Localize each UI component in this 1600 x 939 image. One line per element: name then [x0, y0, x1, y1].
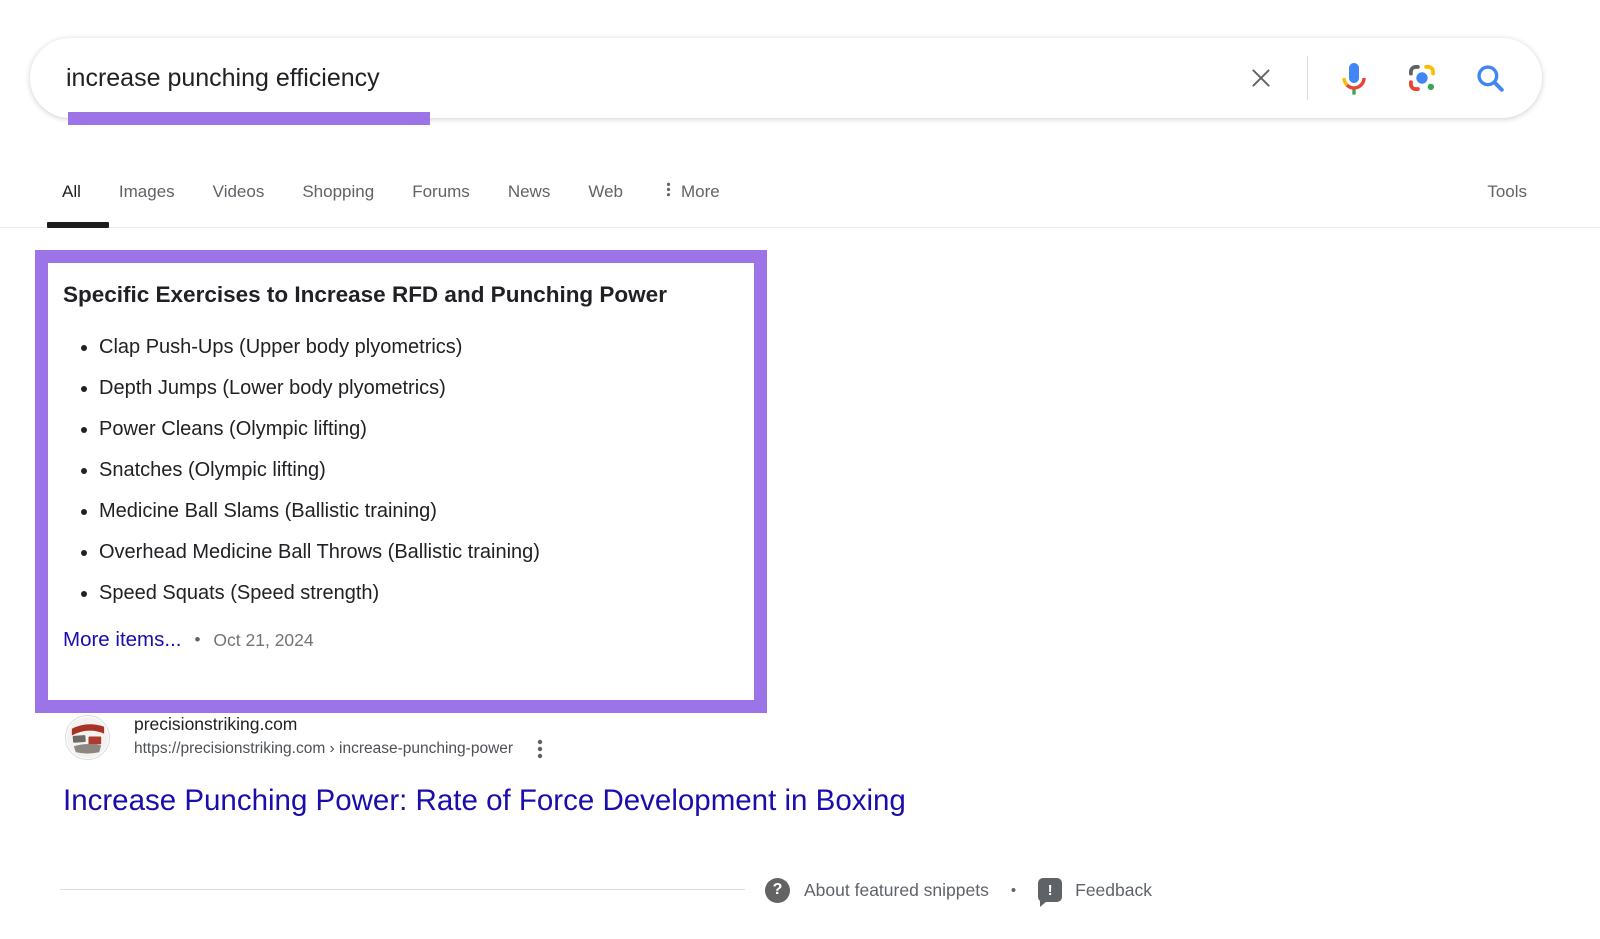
featured-snippet-content: Specific Exercises to Increase RFD and P…: [48, 263, 754, 652]
snippet-more-row: More items... • Oct 21, 2024: [63, 628, 739, 652]
site-url[interactable]: https://precisionstriking.com › increase…: [134, 739, 513, 759]
tab-forums[interactable]: Forums: [412, 182, 470, 202]
tab-videos[interactable]: Videos: [213, 182, 265, 202]
search-bar[interactable]: [30, 38, 1542, 118]
more-items-link[interactable]: More items...: [63, 628, 181, 652]
featured-snippet-box: Specific Exercises to Increase RFD and P…: [35, 250, 767, 713]
search-bar-icons: [1215, 56, 1512, 100]
search-bar-divider: [1307, 56, 1308, 100]
site-favicon[interactable]: [65, 715, 110, 760]
feedback-icon-glyph: !: [1048, 882, 1053, 899]
footer-divider-line: [60, 889, 745, 890]
google-lens-icon[interactable]: [1400, 56, 1444, 100]
site-url-row: https://precisionstriking.com › increase…: [134, 738, 549, 760]
query-highlight-underline: [68, 112, 430, 125]
footer-separator: •: [1011, 882, 1016, 899]
tab-more[interactable]: More: [661, 181, 720, 203]
tools-button[interactable]: Tools: [1487, 176, 1527, 208]
snippet-date-separator: •: [194, 630, 200, 650]
result-source-row: precisionstriking.com https://precisions…: [65, 714, 549, 760]
help-icon[interactable]: ?: [765, 878, 790, 903]
snippet-list-item: Power Cleans (Olympic lifting): [99, 417, 739, 442]
more-dots-icon: [661, 181, 676, 203]
results-tabs: All Images Videos Shopping Forums News W…: [62, 176, 720, 208]
tab-web[interactable]: Web: [588, 182, 623, 202]
about-featured-snippets-link[interactable]: About featured snippets: [804, 880, 989, 901]
tab-all[interactable]: All: [62, 182, 81, 202]
result-title-link[interactable]: Increase Punching Power: Rate of Force D…: [63, 784, 906, 818]
feedback-icon[interactable]: !: [1038, 878, 1062, 902]
site-name[interactable]: precisionstriking.com: [134, 714, 549, 735]
snippet-list-item: Overhead Medicine Ball Throws (Ballistic…: [99, 540, 739, 565]
feedback-icon-tail: [1040, 901, 1047, 907]
voice-search-icon[interactable]: [1332, 56, 1376, 100]
snippet-list-item: Depth Jumps (Lower body plyometrics): [99, 376, 739, 401]
snippet-heading: Specific Exercises to Increase RFD and P…: [63, 281, 739, 309]
search-submit-icon[interactable]: [1468, 56, 1512, 100]
clear-search-icon[interactable]: [1239, 56, 1283, 100]
tab-images[interactable]: Images: [119, 182, 175, 202]
active-tab-underline: [47, 222, 109, 228]
snippet-footer-row: ? About featured snippets • ! Feedback: [765, 876, 1152, 904]
snippet-list-item: Medicine Ball Slams (Ballistic training): [99, 499, 739, 524]
snippet-list-item: Clap Push-Ups (Upper body plyometrics): [99, 335, 739, 360]
feedback-link[interactable]: Feedback: [1075, 880, 1152, 901]
search-input[interactable]: [66, 64, 1215, 93]
tab-news[interactable]: News: [508, 182, 551, 202]
snippet-list-item: Snatches (Olympic lifting): [99, 458, 739, 483]
tabs-divider-line: [0, 227, 1600, 228]
result-options-icon[interactable]: [531, 738, 549, 760]
snippet-list-item: Speed Squats (Speed strength): [99, 581, 739, 606]
tab-shopping[interactable]: Shopping: [302, 182, 374, 202]
source-text-block: precisionstriking.com https://precisions…: [134, 714, 549, 760]
snippet-date: Oct 21, 2024: [213, 630, 313, 651]
snippet-bullet-list: Clap Push-Ups (Upper body plyometrics) D…: [63, 335, 739, 606]
tab-more-label: More: [681, 182, 720, 202]
